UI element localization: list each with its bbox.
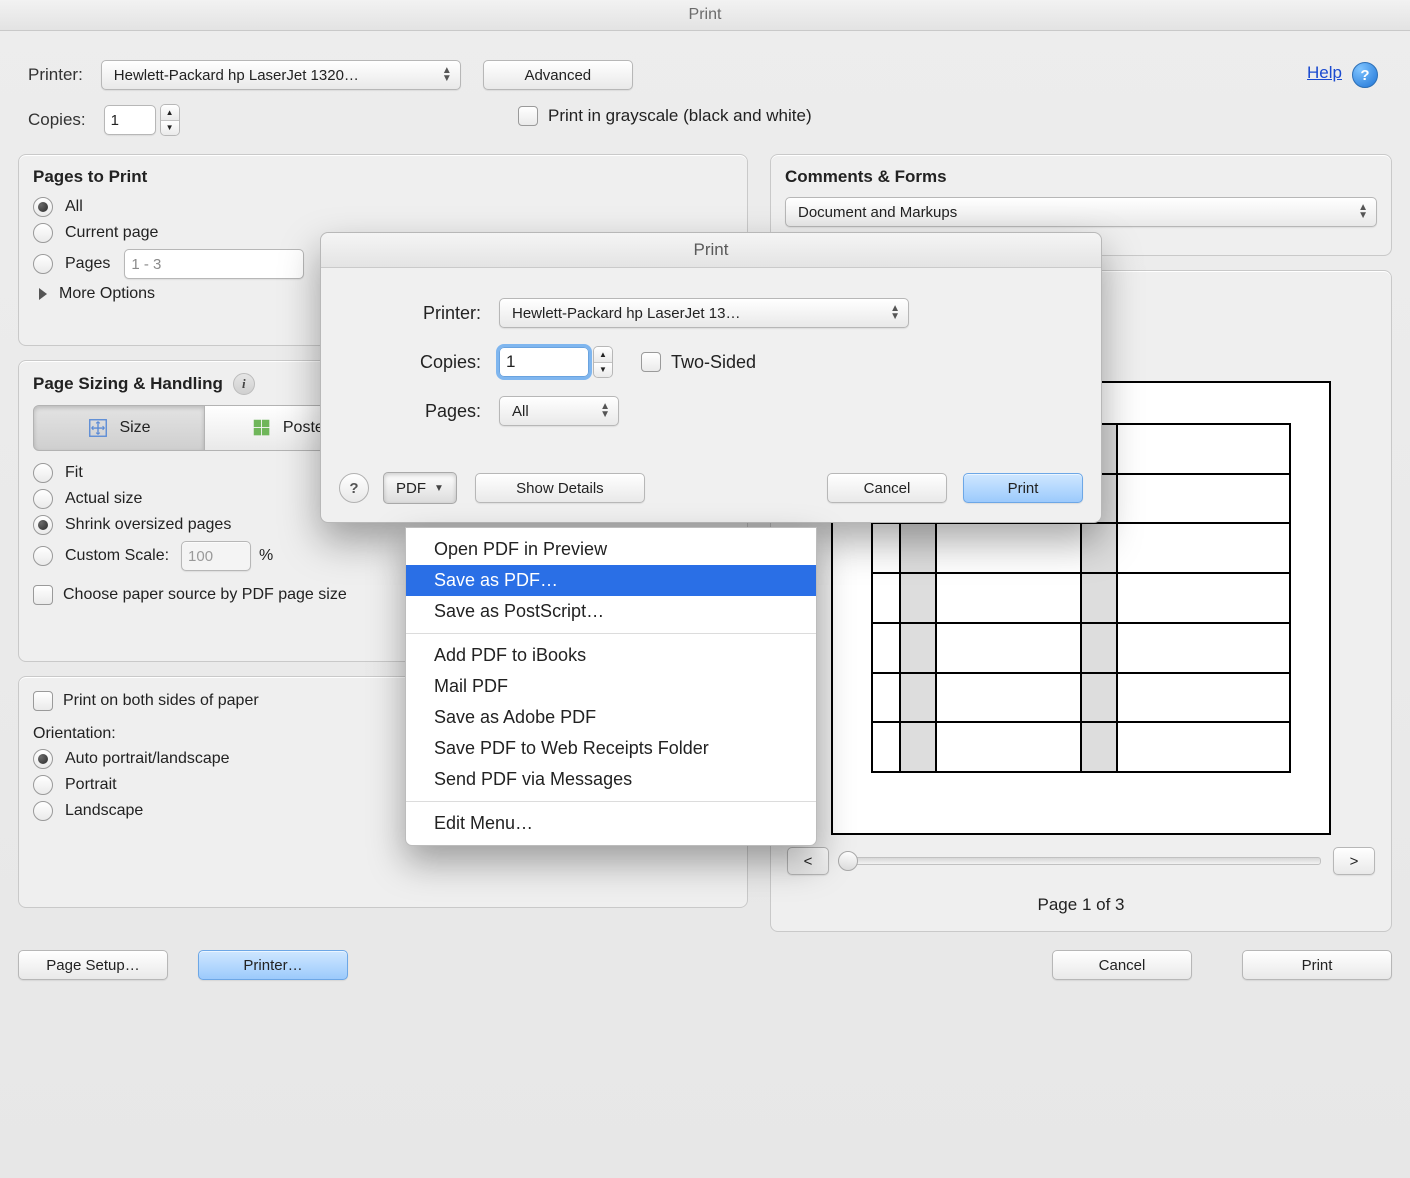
slider-knob[interactable] bbox=[838, 851, 858, 871]
stepper-up-icon[interactable]: ▲ bbox=[594, 347, 612, 362]
printer-select-value: Hewlett-Packard hp LaserJet 1320… bbox=[114, 67, 359, 84]
menu-item[interactable]: Send PDF via Messages bbox=[406, 764, 816, 795]
poster-icon bbox=[251, 417, 273, 439]
sheet-printer-value: Hewlett-Packard hp LaserJet 13… bbox=[512, 305, 740, 322]
menu-item[interactable]: Save PDF to Web Receipts Folder bbox=[406, 733, 816, 764]
pages-current-label: Current page bbox=[65, 224, 158, 242]
menu-item[interactable]: Mail PDF bbox=[406, 671, 816, 702]
printer-label: Printer: bbox=[28, 65, 83, 85]
system-print-sheet: Print Printer: Hewlett-Packard hp LaserJ… bbox=[320, 232, 1102, 523]
orient-portrait-label: Portrait bbox=[65, 776, 117, 794]
menu-item[interactable]: Open PDF in Preview bbox=[406, 534, 816, 565]
more-options-label[interactable]: More Options bbox=[59, 285, 155, 303]
grayscale-checkbox[interactable] bbox=[518, 106, 538, 126]
print-button[interactable]: Print bbox=[1242, 950, 1392, 980]
preview-next-button[interactable]: > bbox=[1333, 847, 1375, 875]
custom-scale-label: Custom Scale: bbox=[65, 547, 169, 565]
grayscale-label: Print in grayscale (black and white) bbox=[548, 106, 812, 126]
printer-button[interactable]: Printer… bbox=[198, 950, 348, 980]
shrink-radio[interactable] bbox=[33, 515, 53, 535]
help-icon[interactable]: ? bbox=[339, 473, 369, 503]
size-tab-label: Size bbox=[119, 419, 150, 437]
orient-portrait-radio[interactable] bbox=[33, 775, 53, 795]
preview-prev-button[interactable]: < bbox=[787, 847, 829, 875]
chevron-updown-icon: ▲▼ bbox=[442, 67, 452, 83]
comments-forms-title: Comments & Forms bbox=[785, 167, 1391, 187]
pages-to-print-title: Pages to Print bbox=[33, 167, 747, 187]
sheet-printer-select[interactable]: Hewlett-Packard hp LaserJet 13… ▲▼ bbox=[499, 298, 909, 328]
two-sided-checkbox[interactable] bbox=[641, 352, 661, 372]
sheet-copies-stepper[interactable]: ▲▼ bbox=[593, 346, 613, 378]
stepper-down-icon[interactable]: ▼ bbox=[161, 120, 179, 136]
orient-landscape-label: Landscape bbox=[65, 802, 143, 820]
paper-source-label: Choose paper source by PDF page size bbox=[63, 586, 347, 604]
percent-label: % bbox=[259, 547, 273, 565]
sheet-pages-value: All bbox=[512, 403, 529, 420]
copies-label: Copies: bbox=[28, 110, 86, 130]
paper-source-checkbox[interactable] bbox=[33, 585, 53, 605]
custom-scale-radio[interactable] bbox=[33, 546, 53, 566]
custom-scale-input[interactable] bbox=[181, 541, 251, 571]
chevron-down-icon: ▼ bbox=[434, 483, 444, 494]
help-link[interactable]: Help bbox=[1307, 63, 1342, 83]
sheet-printer-label: Printer: bbox=[371, 303, 481, 324]
stepper-down-icon[interactable]: ▼ bbox=[594, 362, 612, 378]
disclosure-triangle-icon[interactable] bbox=[39, 288, 47, 300]
help-icon[interactable]: ? bbox=[1352, 62, 1378, 88]
copies-stepper[interactable]: ▲▼ bbox=[160, 104, 180, 136]
printer-select[interactable]: Hewlett-Packard hp LaserJet 1320… ▲▼ bbox=[101, 60, 461, 90]
sheet-print-button[interactable]: Print bbox=[963, 473, 1083, 503]
pdf-menu-button[interactable]: PDF ▼ bbox=[383, 472, 457, 504]
sheet-copies-label: Copies: bbox=[371, 352, 481, 373]
comments-forms-value: Document and Markups bbox=[798, 204, 957, 221]
menu-item[interactable]: Save as PDF… bbox=[406, 565, 816, 596]
pdf-menu-label: PDF bbox=[396, 480, 426, 497]
pages-current-radio[interactable] bbox=[33, 223, 53, 243]
orient-landscape-radio[interactable] bbox=[33, 801, 53, 821]
actual-size-label: Actual size bbox=[65, 490, 142, 508]
pages-all-radio[interactable] bbox=[33, 197, 53, 217]
pages-range-label: Pages bbox=[65, 255, 110, 273]
advanced-button[interactable]: Advanced bbox=[483, 60, 633, 90]
menu-item[interactable]: Add PDF to iBooks bbox=[406, 640, 816, 671]
both-sides-label: Print on both sides of paper bbox=[63, 692, 259, 710]
sheet-title: Print bbox=[321, 233, 1101, 268]
sheet-cancel-button[interactable]: Cancel bbox=[827, 473, 947, 503]
menu-item[interactable]: Edit Menu… bbox=[406, 808, 816, 839]
page-indicator: Page 1 of 3 bbox=[771, 895, 1391, 915]
window-title: Print bbox=[0, 0, 1410, 31]
pages-range-radio[interactable] bbox=[33, 254, 53, 274]
both-sides-checkbox[interactable] bbox=[33, 691, 53, 711]
info-icon[interactable]: i bbox=[233, 373, 255, 395]
pdf-dropdown-menu[interactable]: Open PDF in PreviewSave as PDF…Save as P… bbox=[405, 527, 817, 846]
size-icon bbox=[87, 417, 109, 439]
page-setup-button[interactable]: Page Setup… bbox=[18, 950, 168, 980]
fit-label: Fit bbox=[65, 464, 83, 482]
stepper-up-icon[interactable]: ▲ bbox=[161, 105, 179, 120]
menu-item[interactable]: Save as Adobe PDF bbox=[406, 702, 816, 733]
actual-size-radio[interactable] bbox=[33, 489, 53, 509]
copies-input[interactable] bbox=[104, 105, 156, 135]
shrink-label: Shrink oversized pages bbox=[65, 516, 231, 534]
chevron-updown-icon: ▲▼ bbox=[890, 305, 900, 321]
two-sided-label: Two-Sided bbox=[671, 352, 756, 373]
comments-forms-select[interactable]: Document and Markups ▲▼ bbox=[785, 197, 1377, 227]
pages-range-input[interactable] bbox=[124, 249, 304, 279]
fit-radio[interactable] bbox=[33, 463, 53, 483]
print-dialog-window: Print Printer: Hewlett-Packard hp LaserJ… bbox=[0, 0, 1410, 1178]
cancel-button[interactable]: Cancel bbox=[1052, 950, 1192, 980]
size-tab[interactable]: Size bbox=[33, 405, 205, 451]
preview-slider[interactable] bbox=[841, 857, 1321, 865]
chevron-updown-icon: ▲▼ bbox=[600, 403, 610, 419]
chevron-updown-icon: ▲▼ bbox=[1358, 204, 1368, 220]
page-sizing-title: Page Sizing & Handling bbox=[33, 374, 223, 394]
pages-all-label: All bbox=[65, 198, 83, 216]
orient-auto-radio[interactable] bbox=[33, 749, 53, 769]
menu-item[interactable]: Save as PostScript… bbox=[406, 596, 816, 627]
sheet-copies-input[interactable] bbox=[499, 347, 589, 377]
sheet-pages-select[interactable]: All ▲▼ bbox=[499, 396, 619, 426]
show-details-button[interactable]: Show Details bbox=[475, 473, 645, 503]
orient-auto-label: Auto portrait/landscape bbox=[65, 750, 230, 768]
sheet-pages-label: Pages: bbox=[371, 401, 481, 422]
